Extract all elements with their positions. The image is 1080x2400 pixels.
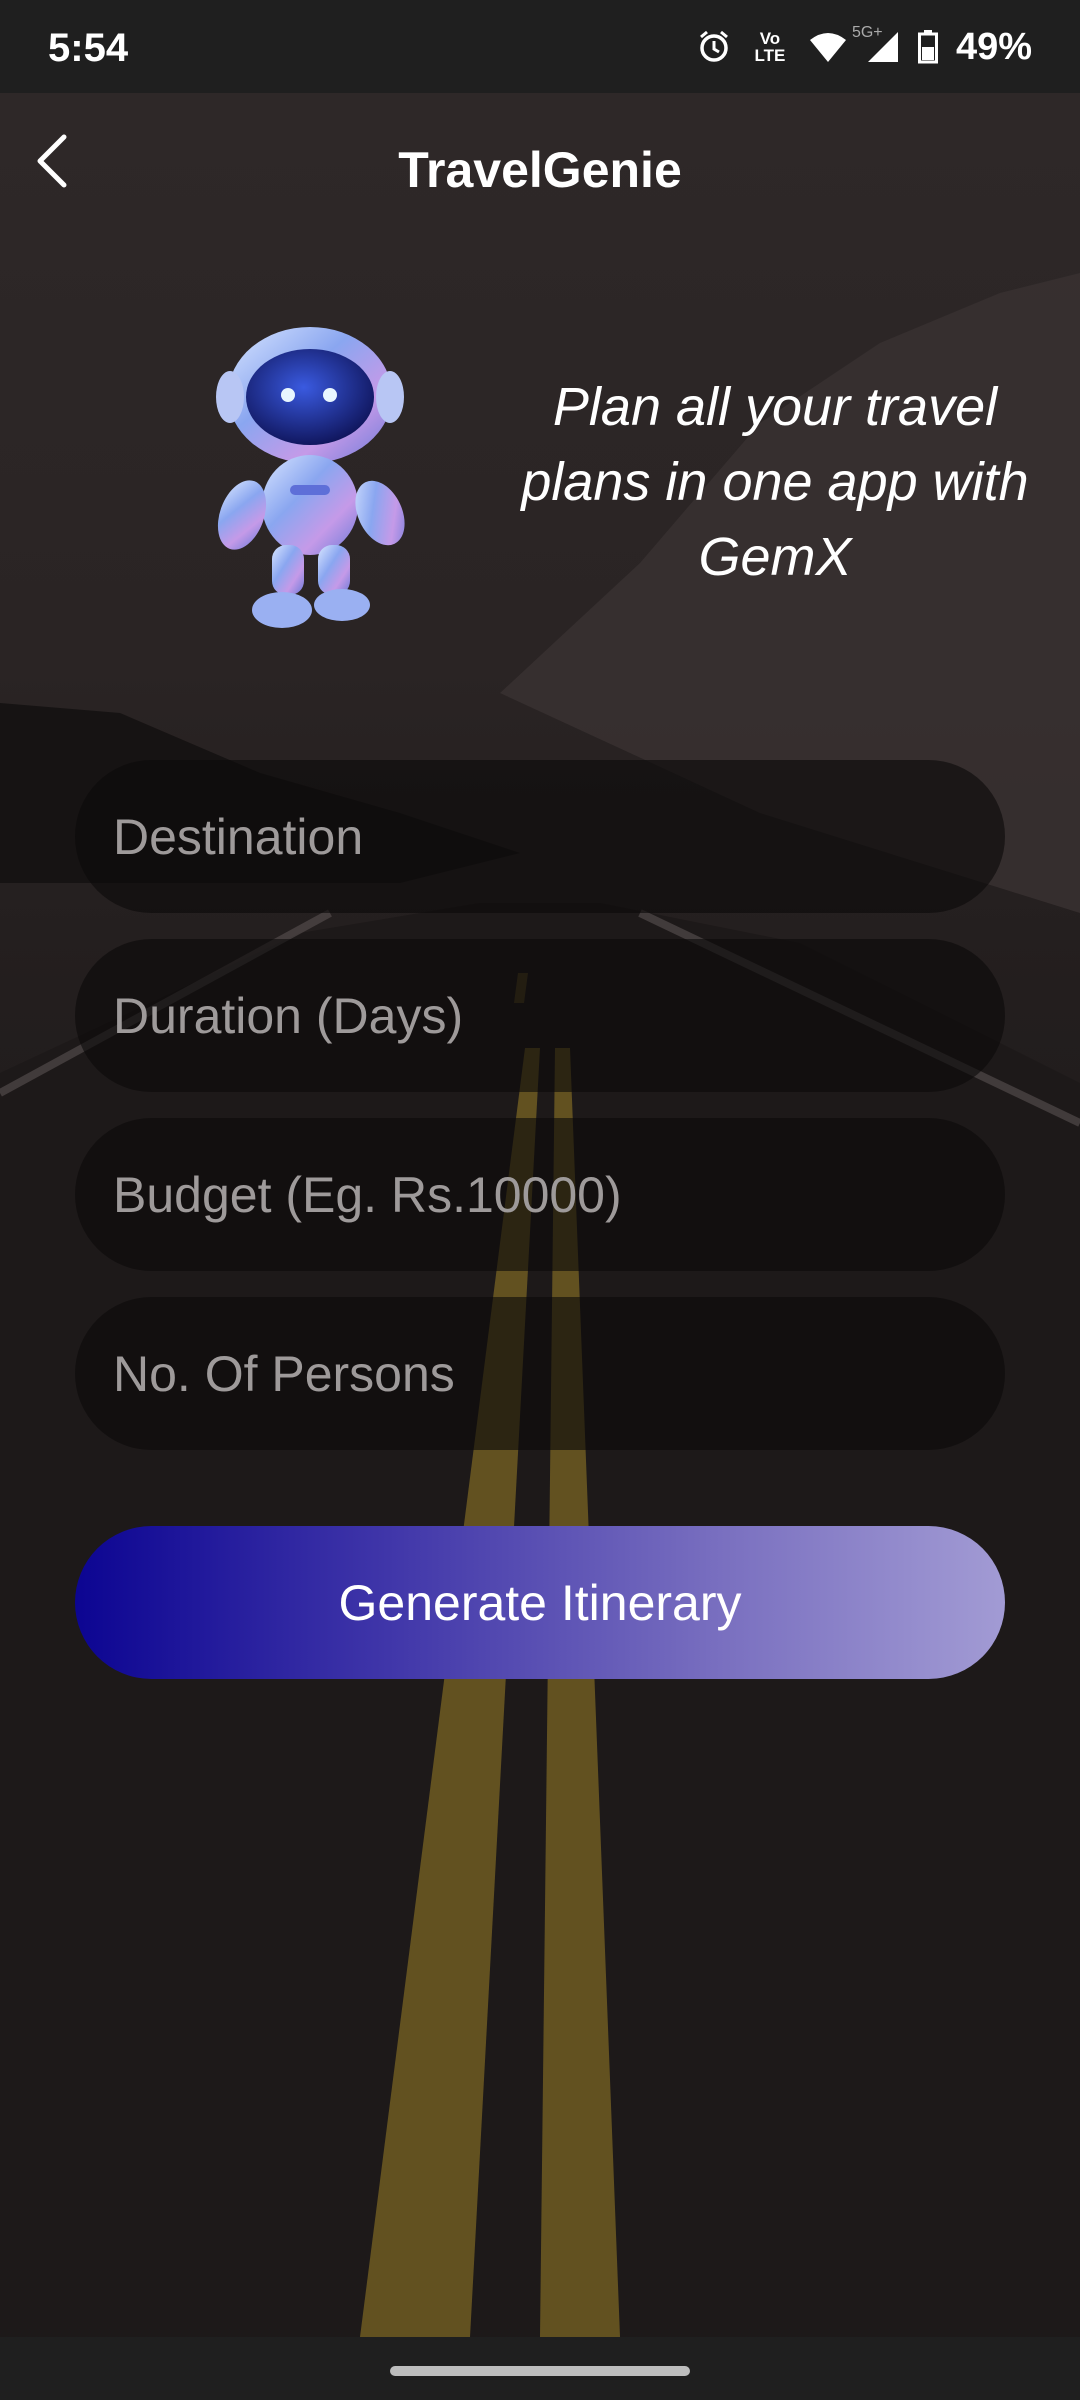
- robot-mascot-icon: [180, 325, 440, 635]
- duration-input[interactable]: Duration (Days): [75, 939, 1005, 1092]
- cell-signal-icon: 5G+: [852, 24, 900, 64]
- destination-placeholder: Destination: [113, 808, 364, 865]
- destination-input[interactable]: Destination: [75, 760, 1005, 913]
- persons-placeholder: No. Of Persons: [113, 1345, 455, 1402]
- alarm-icon: [696, 29, 732, 65]
- generate-itinerary-label: Generate Itinerary: [338, 1574, 742, 1631]
- generate-itinerary-button[interactable]: Generate Itinerary: [75, 1526, 1005, 1679]
- battery-percentage: 49%: [955, 25, 1032, 68]
- budget-input[interactable]: Budget (Eg. Rs.10000): [75, 1118, 1005, 1271]
- battery-icon: [917, 30, 938, 64]
- wifi-icon: [808, 30, 848, 64]
- duration-placeholder: Duration (Days): [113, 987, 464, 1044]
- status-bar: 5:54 Vo LTE 5G+ 49%: [0, 0, 1080, 93]
- app-header: TravelGenie: [0, 93, 1080, 248]
- system-navigation-bar: [0, 2337, 1080, 2400]
- status-time: 5:54: [48, 26, 129, 70]
- budget-placeholder: Budget (Eg. Rs.10000): [113, 1166, 622, 1223]
- hero-tagline: Plan all your travel plans in one app wi…: [521, 377, 1029, 587]
- volte-icon: Vo LTE: [754, 29, 786, 65]
- page-title: TravelGenie: [398, 142, 682, 198]
- home-gesture-handle[interactable]: [390, 2366, 690, 2376]
- persons-input[interactable]: No. Of Persons: [75, 1297, 1005, 1450]
- status-icons: Vo LTE 5G+ 49%: [696, 24, 1032, 70]
